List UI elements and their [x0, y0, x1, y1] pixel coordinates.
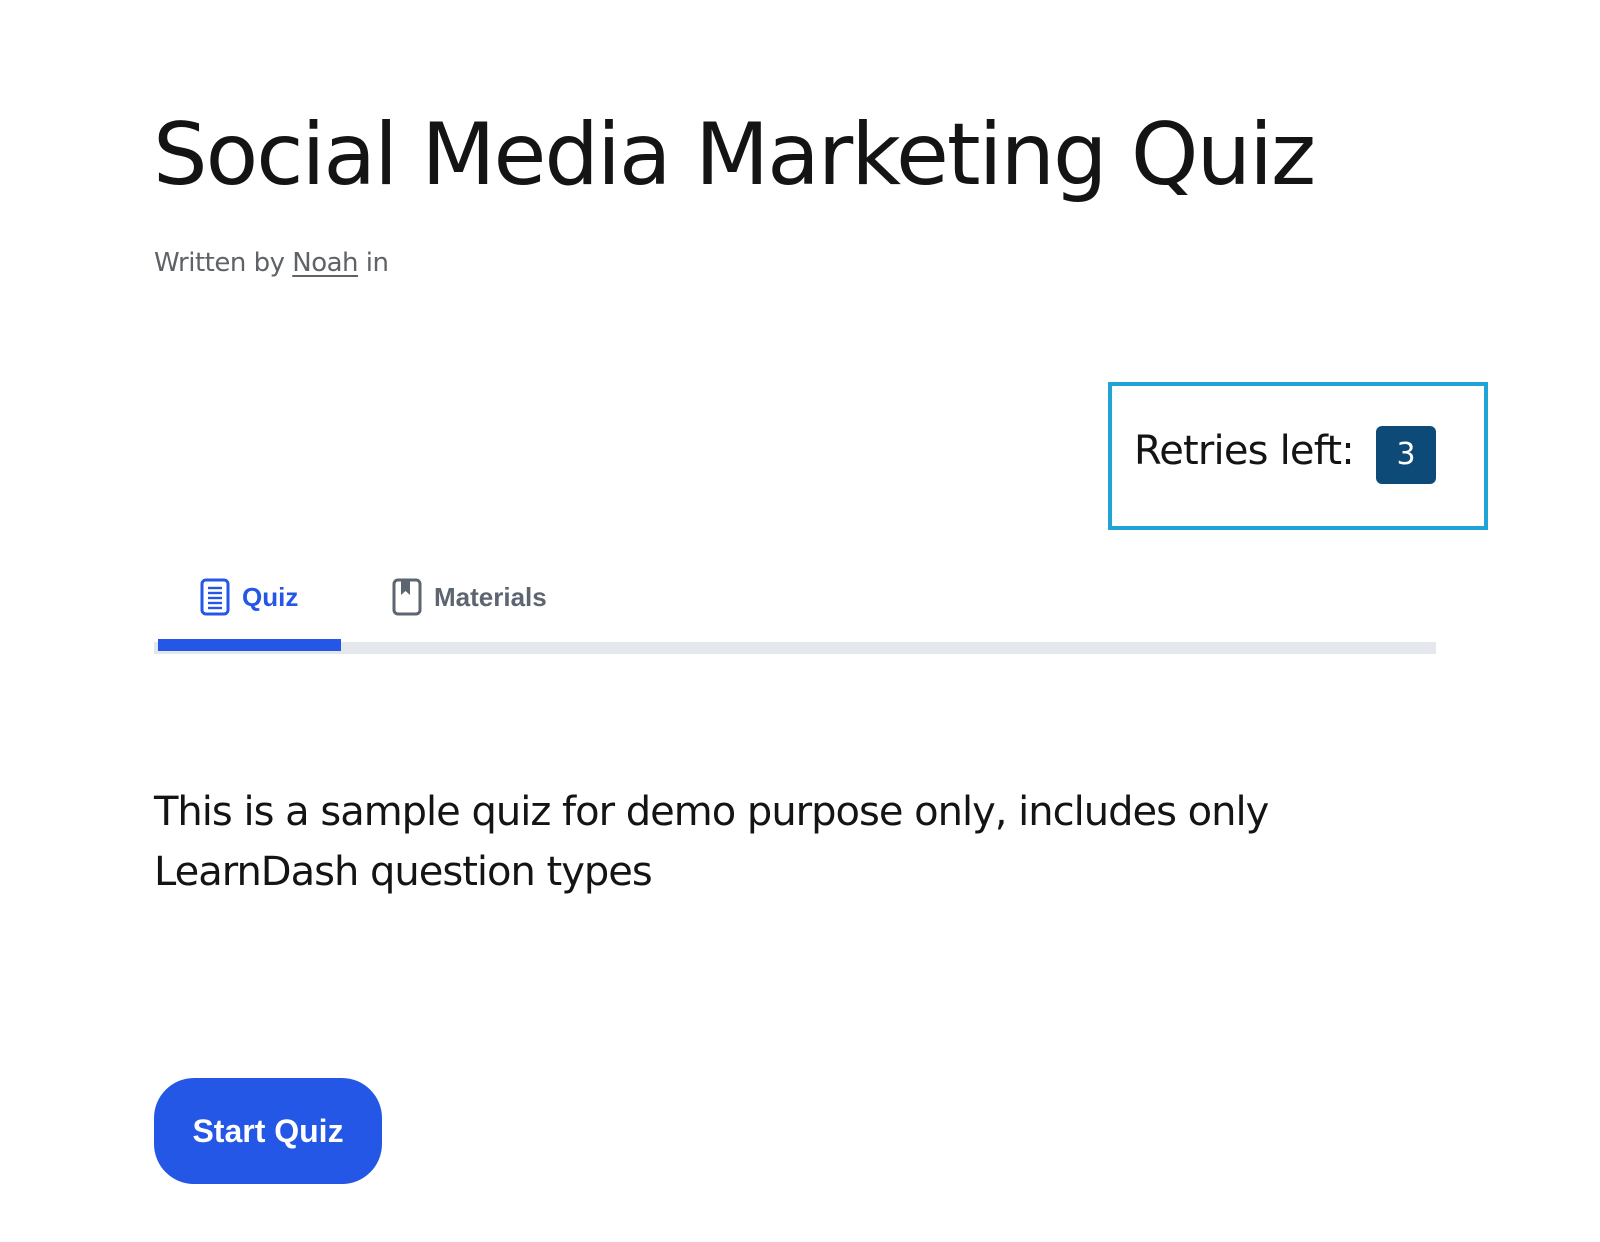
tabs-track — [154, 642, 1436, 654]
byline-prefix: Written by — [154, 248, 285, 278]
tab-quiz[interactable]: Quiz — [200, 560, 298, 634]
quiz-description: This is a sample quiz for demo purpose o… — [154, 789, 1269, 895]
author-link[interactable]: Noah — [292, 248, 358, 278]
retries-panel: Retries left: 3 — [1108, 382, 1488, 530]
tab-materials-label: Materials — [434, 581, 547, 612]
page-title: Social Media Marketing Quiz — [153, 105, 1316, 205]
tabs-bar: Quiz Materials — [154, 560, 1436, 654]
start-quiz-button[interactable]: Start Quiz — [154, 1078, 382, 1184]
retries-count-badge: 3 — [1376, 426, 1436, 484]
active-tab-indicator — [158, 639, 341, 651]
tab-quiz-label: Quiz — [242, 581, 299, 612]
bookmark-icon — [392, 578, 422, 616]
byline-suffix: in — [365, 248, 389, 278]
retries-label: Retries left: — [1134, 428, 1355, 474]
tab-materials[interactable]: Materials — [392, 560, 547, 634]
byline: Written by Noah in — [154, 245, 389, 281]
document-icon — [200, 578, 230, 616]
